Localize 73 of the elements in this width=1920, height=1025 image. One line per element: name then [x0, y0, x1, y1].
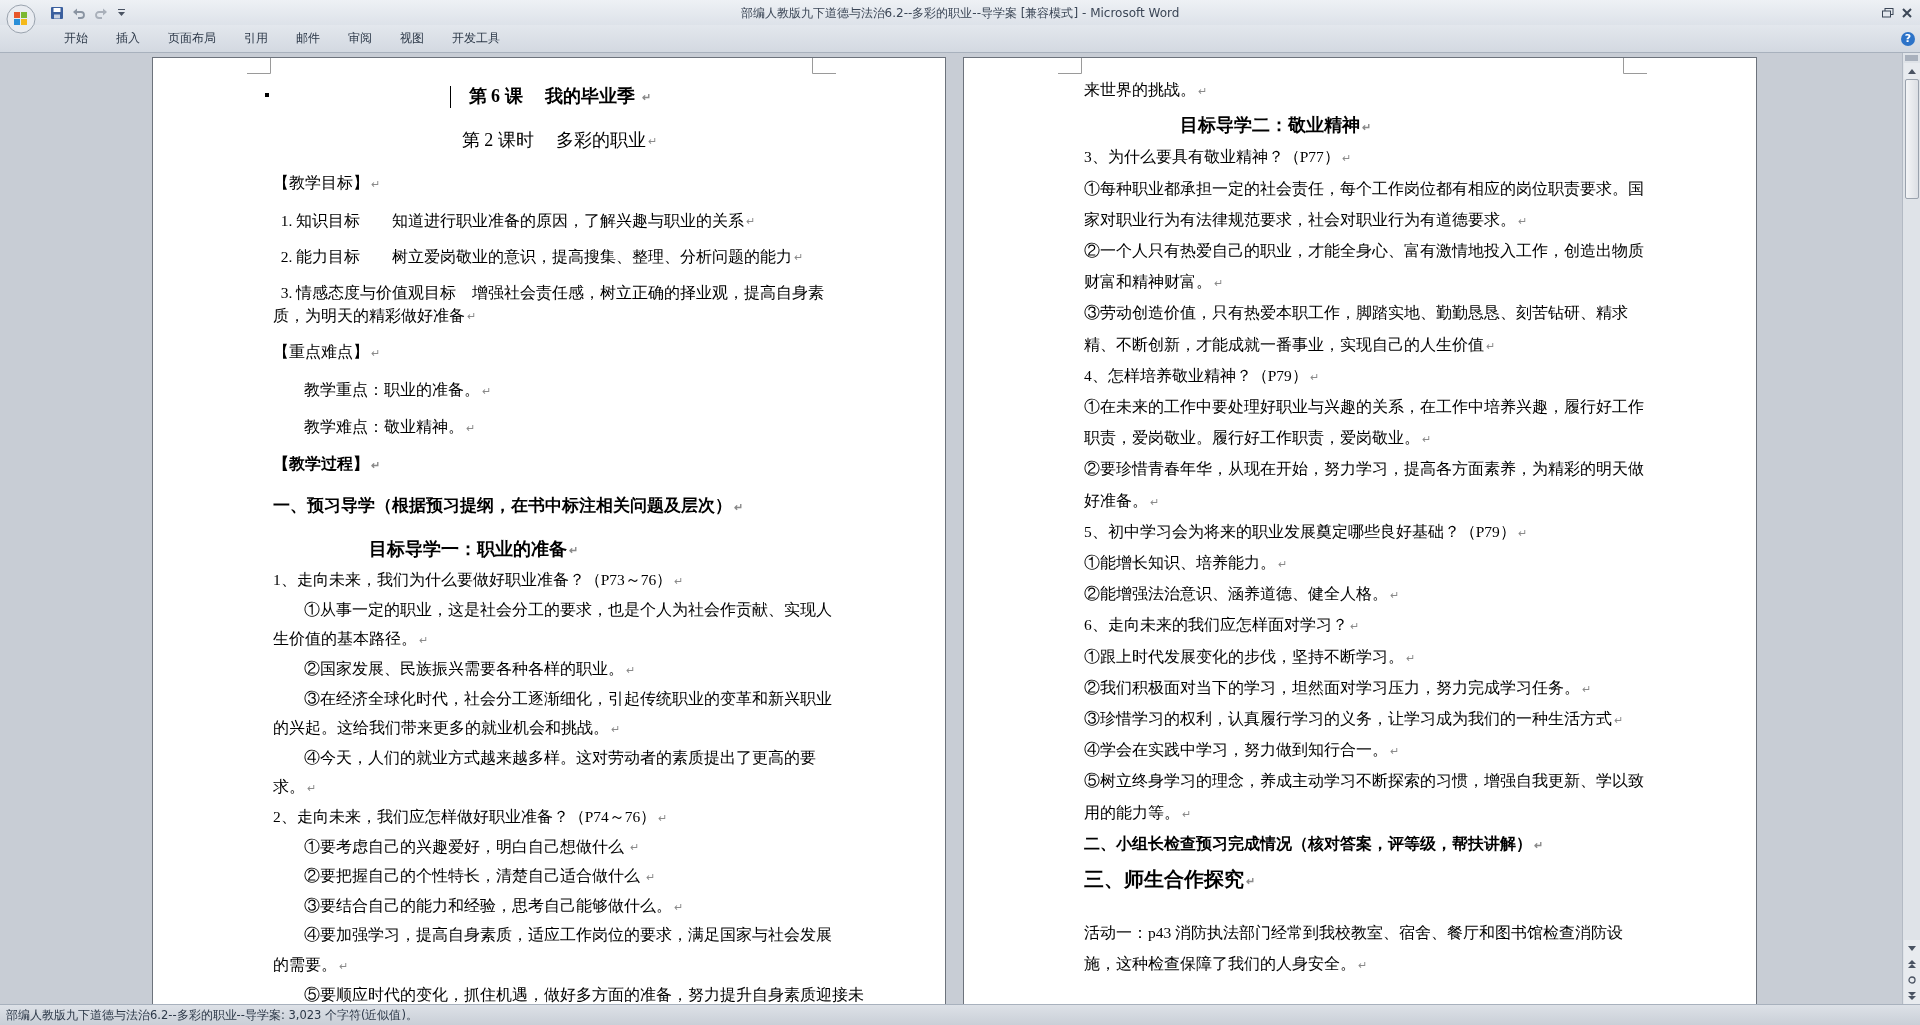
circle-icon: [1907, 976, 1916, 984]
split-handle[interactable]: [1905, 55, 1918, 61]
paragraph-text: 3、为什么要具有敬业精神？（P77）↵: [1084, 148, 1351, 166]
paragraph-text: 1. 知识目标 知道进行职业准备的原因，了解兴趣与职业的关系↵: [280, 211, 756, 229]
ribbon-tab[interactable]: 引用: [230, 26, 282, 51]
paragraph-text: 3. 情感态度与价值观目标 增强社会责任感，树立正确的择业观，提高自身素质，为明天的精彩做好准备↵: [273, 283, 825, 324]
paragraph-text: ④学会在实践中学习，努力做到知行合一。↵: [1084, 741, 1399, 759]
paragraph-text: 5、初中学习会为将来的职业发展奠定哪些良好基础？（P79）↵: [1084, 522, 1527, 540]
paragraph-text: 一、预习导学（根据预习提纲，在书中标注相关问题及层次）↵: [273, 496, 743, 515]
paragraph-text: ②我们积极面对当下的学习，坦然面对学习压力，努力完成学习任务。↵: [1084, 678, 1591, 696]
scroll-thumb[interactable]: [1904, 79, 1919, 199]
paragraph-text: ①跟上时代发展变化的步伐，坚持不断学习。↵: [1084, 647, 1415, 665]
ribbon-tab[interactable]: 插入: [102, 26, 154, 51]
paragraph-text: 6、走向未来的我们应怎样面对学习？↵: [1084, 616, 1359, 634]
down-arrow-icon: [1907, 945, 1916, 951]
ribbon-tab[interactable]: 邮件: [282, 26, 334, 51]
paragraph-text: ③要结合自己的能力和经验，思考自己能够做什么。↵: [304, 896, 683, 914]
ribbon-tab[interactable]: 开发工具: [438, 26, 514, 51]
paragraph-text: 2、走向未来，我们应怎样做好职业准备？（P74～76）↵: [273, 807, 668, 825]
paragraph-text: ④今天，人们的就业方式越来越多样。这对劳动者的素质提出了更高的要求。↵: [273, 748, 816, 796]
paragraph-text: ③珍惜学习的权利，认真履行学习的义务，让学习成为我们的一种生活方式↵: [1084, 710, 1623, 728]
scrollbar[interactable]: [1902, 53, 1920, 1004]
paragraph-text: 【教学过程】↵: [273, 455, 380, 472]
paragraph-text: ①从事一定的职业，这是社会分工的要求，也是个人为社会作贡献、实现人生价值的基本路径。↵: [273, 600, 832, 648]
paragraph-text: 目标导学一：职业的准备↵: [369, 539, 579, 559]
paragraph-text: 目标导学二：敬业精神↵: [1180, 115, 1372, 136]
status-text: 部编人教版九下道德与法治6.2--多彩的职业--导学案: 3,023 个字符(近似值)。: [6, 1007, 418, 1023]
paragraph-text: ①要考虑自己的兴趣爱好，明白自己想做什么 ↵: [304, 837, 639, 855]
paragraph-text: 第 2 课时 多彩的职业↵: [461, 130, 658, 150]
crop-mark: [812, 58, 836, 74]
paragraph-text: ④要加强学习，提高自身素质，适应工作岗位的要求，满足国家与社会发展的需要。↵: [273, 926, 832, 973]
paragraph-text: 2. 能力目标 树立爱岗敬业的意识，提高搜集、整理、分析问题的能力↵: [280, 247, 804, 265]
paragraph-text: 活动一：p43 消防执法部门经常到我校教室、宿舍、餐厅和图书馆检查消防设施，这种检查保障了我们的人身安全。↵: [1084, 924, 1624, 973]
window-title: 部编人教版九下道德与法治6.2--多彩的职业--导学案 [兼容模式] - Microsoft Word: [740, 5, 1180, 22]
paragraph-text: ⑤要顺应时代的变化，抓住机遇，做好多方面的准备，努力提升自身素质迎接未: [304, 985, 864, 1003]
caret-icon: [118, 8, 125, 17]
paragraph-text: ②能增强法治意识、涵养道德、健全人格。↵: [1084, 585, 1399, 603]
ribbon-tab[interactable]: 视图: [386, 26, 438, 51]
paragraph-text: 三、师生合作探究↵: [1084, 868, 1255, 891]
scroll-down-button[interactable]: [1903, 940, 1920, 956]
paragraph-text: 教学重点：职业的准备。↵: [304, 381, 491, 398]
crop-mark: [1623, 58, 1647, 74]
paragraph-text: ②要把握自己的个性特长，清楚自己适合做什么 ↵: [304, 867, 655, 885]
up-arrow-icon: [1907, 68, 1916, 74]
paragraph-text: ③劳动创造价值，只有热爱本职工作，脚踏实地、勤勤恳恳、刻苦钻研、精求精、不断创新，才能成就一番事业，实现自己的人生价值↵: [1084, 304, 1628, 353]
paragraph-text: 来世界的挑战。↵: [1084, 81, 1207, 98]
paragraph-text: ①能增长知识、培养能力。↵: [1084, 554, 1287, 572]
close-icon[interactable]: [1902, 7, 1912, 18]
double-up-arrow-icon: [1907, 960, 1916, 968]
ribbon-tab[interactable]: 审阅: [334, 26, 386, 51]
paragraph-text: ①每种职业都承担一定的社会责任，每个工作岗位都有相应的岗位职责要求。国家对职业行为有法律规范要求，社会对职业行为有道德要求。↵: [1084, 179, 1644, 228]
paragraph-text: 【教学目标】↵: [273, 174, 380, 191]
paragraph-text: 【重点难点】↵: [273, 343, 380, 360]
paragraph-text: 4、怎样培养敬业精神？（P79）↵: [1084, 366, 1319, 384]
paragraph-text: ③在经济全球化时代，社会分工逐渐细化，引起传统职业的变革和新兴职业的兴起。这给我们带来更多的就业机会和挑战。↵: [273, 689, 832, 737]
paragraph-text: 第 6 课 我的毕业季 ↵: [468, 86, 651, 106]
paragraph-text: ②国家发展、民族振兴需要各种各样的职业。↵: [304, 660, 635, 677]
paragraph-text: ⑤树立终身学习的理念，养成主动学习不断探索的习惯，增强自我更新、学以致用的能力等。↵: [1084, 772, 1644, 821]
scroll-up-button[interactable]: [1903, 63, 1920, 79]
ribbon-tab[interactable]: 页面布局: [154, 26, 230, 51]
next-page-button[interactable]: [1903, 988, 1920, 1004]
paragraph-text: ①在未来的工作中要处理好职业与兴趣的关系，在工作中培养兴趣，履行好工作职责，爱岗敬业。履行好工作职责，爱岗敬业。↵: [1084, 398, 1644, 447]
restore-icon[interactable]: [1882, 7, 1894, 18]
crop-mark: [247, 58, 271, 74]
ribbon-tab[interactable]: 开始: [50, 26, 102, 51]
paragraph-text: 教学难点：敬业精神。↵: [304, 418, 475, 435]
help-button[interactable]: ?: [1901, 31, 1915, 46]
paragraph-text: ②要珍惜青春年华，从现在开始，努力学习，提高各方面素养，为精彩的明天做好准备。↵: [1084, 460, 1644, 509]
paragraph-text: ②一个人只有热爱自己的职业，才能全身心、富有激情地投入工作，创造出物质财富和精神财富。↵: [1084, 242, 1644, 291]
double-down-arrow-icon: [1907, 992, 1916, 1000]
paragraph-text: 1、走向未来，我们为什么要做好职业准备？（P73～76）↵: [273, 571, 684, 589]
paragraph-text: 二、小组长检查预习完成情况（核对答案，评等级，帮扶讲解）↵: [1084, 834, 1543, 852]
crop-mark: [1058, 58, 1082, 74]
